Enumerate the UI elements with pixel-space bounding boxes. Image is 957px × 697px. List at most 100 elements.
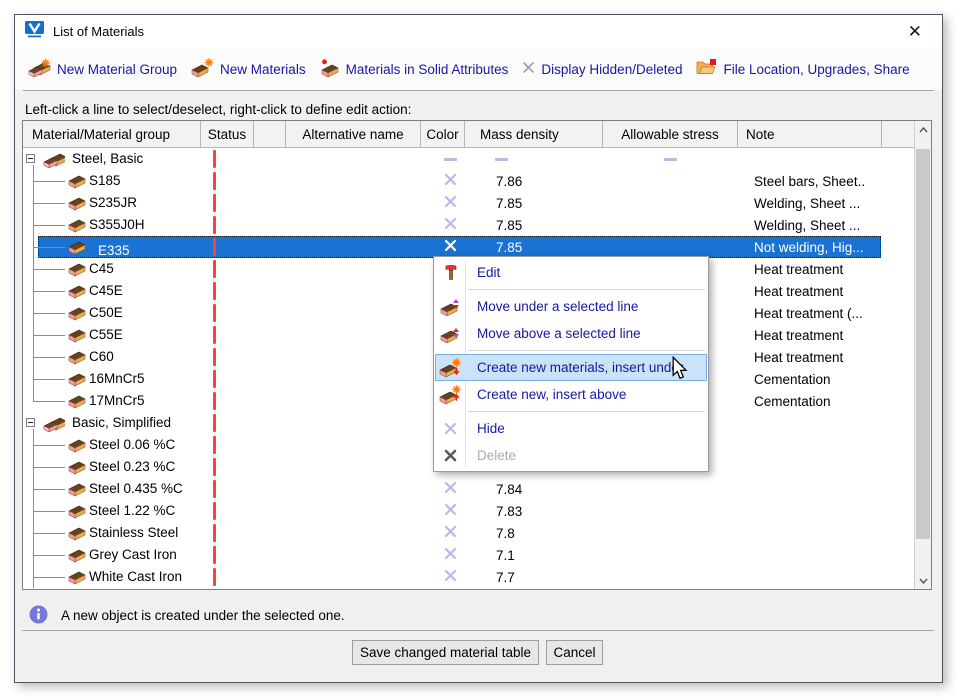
no-color-x-icon <box>444 547 457 563</box>
tree-branch <box>33 247 65 248</box>
cancel-button[interactable]: Cancel <box>546 640 603 665</box>
tree-expander-icon[interactable] <box>26 154 35 163</box>
mass-density-cell: 7.8 <box>465 522 603 544</box>
status-mark <box>213 524 216 542</box>
no-color-x-icon <box>444 173 457 189</box>
close-icon[interactable]: ✕ <box>898 21 932 42</box>
table-row-steel-0-435-c[interactable]: Steel 0.435 %C7.84 <box>23 478 914 500</box>
material-name-cell: S235JR <box>23 192 201 214</box>
note-cell: Heat treatment (... <box>738 302 882 324</box>
varicad-logo-icon <box>25 21 44 43</box>
status-mark <box>213 414 216 432</box>
material-label: C50E <box>89 305 123 320</box>
move-above-icon <box>435 325 466 343</box>
material-label: White Cast Iron <box>89 569 182 584</box>
note-cell: Heat treatment <box>738 258 882 280</box>
table-row-s355j0h[interactable]: S355J0H7.85Welding, Sheet ... <box>23 214 914 236</box>
material-label: Steel 1.22 %C <box>89 503 175 518</box>
tree-expander-icon[interactable] <box>26 418 35 427</box>
table-row-steel-basic[interactable]: Steel, Basic <box>23 148 914 170</box>
status-mark <box>213 546 216 564</box>
note-text: Heat treatment <box>746 284 843 299</box>
status-mark <box>213 260 216 278</box>
menu-item-move-under-a-selected-line[interactable]: Move under a selected line <box>435 293 707 320</box>
status-cell <box>201 236 254 258</box>
note-text: Cementation <box>746 394 831 409</box>
scrollbar-thumb[interactable] <box>916 149 930 539</box>
material-label: Stainless Steel <box>89 525 178 540</box>
blank-cell <box>254 544 286 566</box>
material-icon <box>67 459 86 478</box>
toolbar-item-display-hidden-deleted[interactable]: Display Hidden/Deleted <box>522 61 682 77</box>
material-name-cell: 16MnCr5 <box>23 368 201 390</box>
tree-branch <box>33 335 65 336</box>
toolbar-item-new-material-group[interactable]: New Material Group <box>28 58 177 80</box>
allowable-stress-cell <box>603 148 738 170</box>
menu-item-edit[interactable]: Edit <box>435 259 707 286</box>
mouse-cursor <box>671 356 688 385</box>
create-above-icon <box>435 385 466 405</box>
dark-x-icon <box>435 449 466 462</box>
material-name-cell: S185 <box>23 170 201 192</box>
toolbar-item-file-location-upgrades-share[interactable]: File Location, Upgrades, Share <box>696 59 909 79</box>
color-cell <box>421 478 465 500</box>
material-name-cell: Steel 0.23 %C <box>23 456 201 478</box>
alternative-name-cell <box>286 522 421 544</box>
save-button[interactable]: Save changed material table <box>352 640 539 665</box>
column-header-allowable-stress: Allowable stress <box>603 121 738 147</box>
dash-mark <box>664 158 677 161</box>
mass-density-value: 7.85 <box>480 218 522 233</box>
table-row-white-cast-iron[interactable]: White Cast Iron 7.7 <box>23 566 914 588</box>
scroll-down-icon[interactable] <box>915 572 931 589</box>
table-header-row: Material/Material groupStatusAlternative… <box>23 121 931 148</box>
blank-cell <box>254 214 286 236</box>
no-color-x-icon <box>444 525 457 541</box>
menu-item-create-new-materials-insert-under[interactable]: Create new materials, insert under <box>435 354 707 381</box>
table-row-stainless-steel[interactable]: Stainless Steel 7.8 <box>23 522 914 544</box>
blank-cell <box>254 368 286 390</box>
material-icon <box>67 239 86 258</box>
material-icon <box>67 393 86 412</box>
table-row-e335[interactable]: E3357.85Not welding, Hig... <box>23 236 914 258</box>
note-cell <box>738 434 882 456</box>
toolbar-item-materials-in-solid-attributes[interactable]: Materials in Solid Attributes <box>320 59 509 80</box>
scroll-up-icon[interactable] <box>915 121 931 138</box>
material-label: C45 <box>89 261 114 276</box>
menu-item-move-above-a-selected-line[interactable]: Move above a selected line <box>435 320 707 347</box>
material-icon <box>67 261 86 280</box>
color-cell <box>421 170 465 192</box>
table-row-steel-1-22-c[interactable]: Steel 1.22 %C7.83 <box>23 500 914 522</box>
menu-item-hide[interactable]: Hide <box>435 415 707 442</box>
no-color-x-icon <box>444 569 457 585</box>
gray-x-icon <box>522 61 535 77</box>
alternative-name-cell <box>286 478 421 500</box>
tree-line <box>33 390 34 401</box>
material-label: Steel 0.435 %C <box>89 481 183 496</box>
table-row-grey-cast-iron[interactable]: Grey Cast Iron7.1 <box>23 544 914 566</box>
vertical-scrollbar[interactable] <box>914 121 931 589</box>
alternative-name-cell <box>286 258 421 280</box>
material-icon <box>67 525 86 544</box>
table-row-s235jr[interactable]: S235JR7.85Welding, Sheet ... <box>23 192 914 214</box>
material-label: 16MnCr5 <box>89 371 145 386</box>
blank-cell <box>254 566 286 588</box>
color-cell <box>421 500 465 522</box>
lavender-x-icon <box>435 422 466 435</box>
blank-cell <box>254 236 286 258</box>
instruction-text: Left-click a line to select/deselect, ri… <box>15 91 942 117</box>
note-cell: Cementation <box>738 390 882 412</box>
tree-branch <box>33 401 65 402</box>
material-name-cell: Steel 0.435 %C <box>23 478 201 500</box>
menu-item-label: Hide <box>466 421 505 436</box>
table-row-s185[interactable]: S1857.86Steel bars, Sheet.. <box>23 170 914 192</box>
tree-branch <box>33 489 65 490</box>
toolbar-item-new-materials[interactable]: New Materials <box>191 58 306 80</box>
mass-density-cell: 7.7 <box>465 566 603 588</box>
tree-branch <box>33 511 65 512</box>
blank-cell <box>254 412 286 434</box>
alternative-name-cell <box>286 324 421 346</box>
status-mark <box>213 458 216 476</box>
menu-item-create-new-insert-above[interactable]: Create new, insert above <box>435 381 707 408</box>
column-header-alternative-name: Alternative name <box>286 121 421 147</box>
status-cell <box>201 170 254 192</box>
